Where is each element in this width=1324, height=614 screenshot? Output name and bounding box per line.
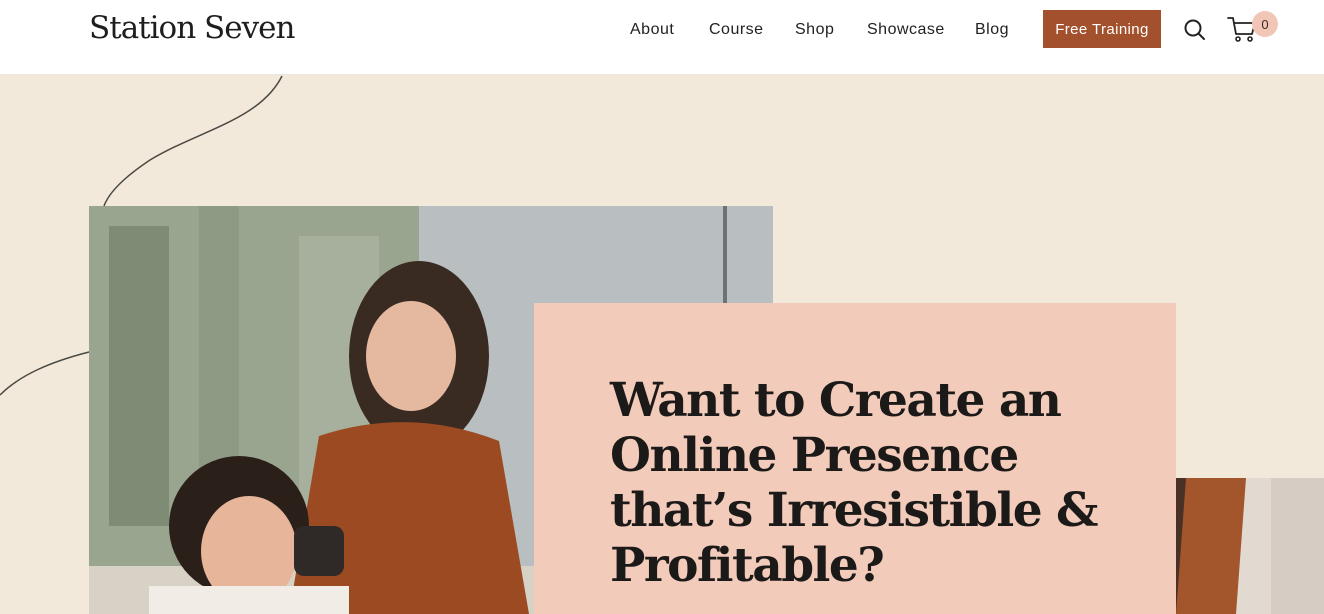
site-header: Station Seven About Course Shop Showcase… xyxy=(0,0,1324,75)
site-logo[interactable]: Station Seven xyxy=(89,8,295,48)
hero-title: Want to Create an Online Presence that’s… xyxy=(610,373,1098,593)
nav-shop[interactable]: Shop xyxy=(795,18,834,42)
free-training-button[interactable]: Free Training xyxy=(1043,10,1161,48)
cart-count-badge[interactable]: 0 xyxy=(1252,11,1278,37)
nav-about[interactable]: About xyxy=(630,18,674,42)
nav-blog[interactable]: Blog xyxy=(975,18,1009,42)
search-icon[interactable] xyxy=(1182,17,1208,43)
nav-course[interactable]: Course xyxy=(709,18,764,42)
nav-showcase[interactable]: Showcase xyxy=(867,18,945,42)
secondary-photo xyxy=(1176,478,1324,614)
hero-card: Want to Create an Online Presence that’s… xyxy=(534,303,1176,614)
